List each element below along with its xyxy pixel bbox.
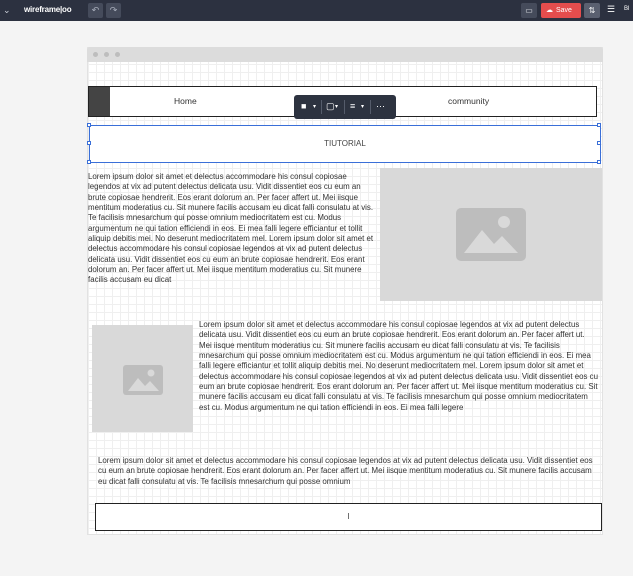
image-placeholder[interactable] bbox=[92, 325, 193, 432]
image-icon bbox=[456, 208, 526, 261]
paragraph-1[interactable]: Lorem ipsum dolor sit amet et delectus a… bbox=[88, 172, 378, 286]
image-placeholder[interactable] bbox=[380, 168, 602, 301]
chevron-down-icon[interactable]: ▾ bbox=[361, 103, 364, 110]
floating-toolbar: ■ ▾ ▢ ▾ ≡ ▾ ⋯ bbox=[294, 95, 396, 119]
divider bbox=[370, 100, 371, 114]
title-textbox[interactable]: TIUTORIAL bbox=[89, 125, 601, 163]
chevron-down-icon[interactable]: ▾ bbox=[313, 103, 316, 110]
chevron-down-icon[interactable]: ▾ bbox=[335, 103, 338, 110]
resize-handle[interactable] bbox=[597, 123, 601, 127]
app-logo[interactable]: wireframe|oo bbox=[24, 5, 72, 14]
resize-handle[interactable] bbox=[87, 123, 91, 127]
image-icon bbox=[123, 365, 163, 395]
resize-handle[interactable] bbox=[597, 160, 601, 164]
paragraph-3[interactable]: Lorem ipsum dolor sit amet et delectus a… bbox=[98, 456, 600, 487]
cloud-icon: ☁ bbox=[546, 7, 553, 14]
resize-handle[interactable] bbox=[87, 160, 91, 164]
chevron-down-icon[interactable]: ⌄ bbox=[3, 5, 11, 16]
save-button[interactable]: ☁ Save bbox=[541, 3, 581, 18]
resize-handle[interactable] bbox=[87, 141, 91, 145]
comment-icon[interactable]: ▭ bbox=[521, 3, 537, 18]
divider bbox=[321, 100, 322, 114]
footer-textbox[interactable]: l bbox=[95, 503, 602, 531]
window-dot bbox=[115, 52, 120, 57]
nav-logo-block[interactable] bbox=[89, 87, 110, 116]
browser-chrome bbox=[87, 47, 603, 62]
footer-text: l bbox=[347, 512, 350, 521]
resize-handle[interactable] bbox=[597, 141, 601, 145]
divider bbox=[344, 100, 345, 114]
save-label: Save bbox=[556, 7, 572, 14]
fill-color-icon[interactable]: ■ bbox=[301, 101, 306, 111]
nav-link-home[interactable]: Home bbox=[174, 96, 197, 106]
undo-icon[interactable]: ↶ bbox=[88, 3, 103, 18]
align-icon[interactable]: ≡ bbox=[350, 101, 355, 111]
redo-icon[interactable]: ↷ bbox=[106, 3, 121, 18]
window-dot bbox=[104, 52, 109, 57]
border-style-icon[interactable]: ▢ bbox=[326, 101, 335, 112]
page-title: TIUTORIAL bbox=[324, 139, 366, 148]
paragraph-2[interactable]: Lorem ipsum dolor sit amet et delectus a… bbox=[199, 320, 599, 413]
app-topbar: ⌄ wireframe|oo ↶ ↷ ▭ ☁ Save ⇅ ☰ Bl bbox=[0, 0, 633, 21]
user-label[interactable]: Bl bbox=[624, 6, 629, 12]
window-dot bbox=[93, 52, 98, 57]
hamburger-icon[interactable]: ☰ bbox=[607, 4, 615, 15]
more-icon[interactable]: ⋯ bbox=[376, 101, 385, 112]
nav-link-community[interactable]: community bbox=[448, 96, 489, 106]
sliders-icon[interactable]: ⇅ bbox=[584, 3, 600, 18]
